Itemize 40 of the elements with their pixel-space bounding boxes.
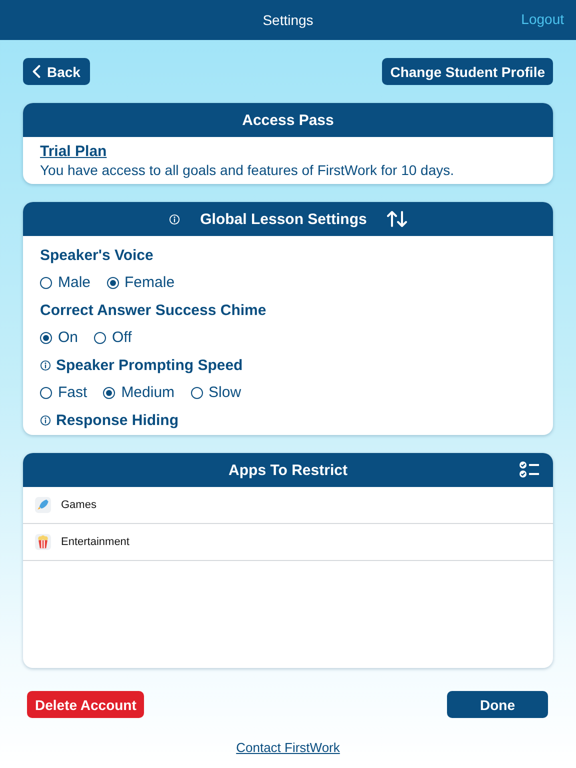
info-icon[interactable]: [40, 360, 51, 370]
radio-button[interactable]: [94, 332, 106, 344]
option-label[interactable]: Off: [112, 329, 132, 346]
done-button[interactable]: Done: [447, 691, 548, 718]
chevron-left-icon: [32, 65, 41, 78]
app-label: Entertainment: [61, 536, 130, 548]
option-label[interactable]: Fast: [58, 384, 88, 401]
radio-button[interactable]: [103, 386, 116, 398]
option-label[interactable]: On: [58, 329, 78, 346]
popcorn-icon: [35, 534, 51, 550]
info-icon[interactable]: [40, 414, 51, 426]
contact-link[interactable]: Contact FirstWork: [236, 740, 340, 755]
radio-button[interactable]: [40, 386, 52, 398]
radio-button[interactable]: [106, 276, 119, 288]
sort-icon[interactable]: [386, 210, 407, 228]
app-label: Games: [61, 499, 96, 511]
setting-label: Correct Answer Success Chime: [40, 302, 266, 318]
screen-title: Settings: [262, 12, 314, 28]
checklist-icon[interactable]: [519, 461, 539, 479]
app-list-item[interactable]: Entertainment: [23, 524, 553, 561]
plan-link[interactable]: Trial Plan: [40, 143, 107, 160]
setting-label: Response Hiding: [56, 412, 179, 428]
option-label[interactable]: Slow: [208, 384, 242, 401]
option-label[interactable]: Medium: [121, 384, 175, 401]
back-button[interactable]: Back: [23, 58, 90, 85]
radio-button[interactable]: [190, 386, 203, 398]
delete-account-button[interactable]: Delete Account: [27, 691, 144, 718]
app-list-item[interactable]: Games: [23, 487, 553, 524]
radio-button[interactable]: [40, 332, 52, 344]
option-label[interactable]: Female: [124, 274, 175, 291]
card-title: Access Pass: [242, 112, 334, 128]
card-title: Global Lesson Settings: [200, 210, 367, 228]
logout-link[interactable]: Logout: [521, 11, 564, 27]
setting-label: Speaker Prompting Speed: [56, 356, 243, 374]
change-profile-button[interactable]: Change Student Profile: [382, 58, 553, 85]
option-label[interactable]: Male: [58, 274, 91, 291]
plan-description: You have access to all goals and features of FirstWork for 10 days.: [40, 162, 455, 178]
card-title: Apps To Restrict: [228, 462, 348, 478]
radio-button[interactable]: [40, 276, 52, 288]
setting-label: Speaker's Voice: [40, 246, 154, 264]
